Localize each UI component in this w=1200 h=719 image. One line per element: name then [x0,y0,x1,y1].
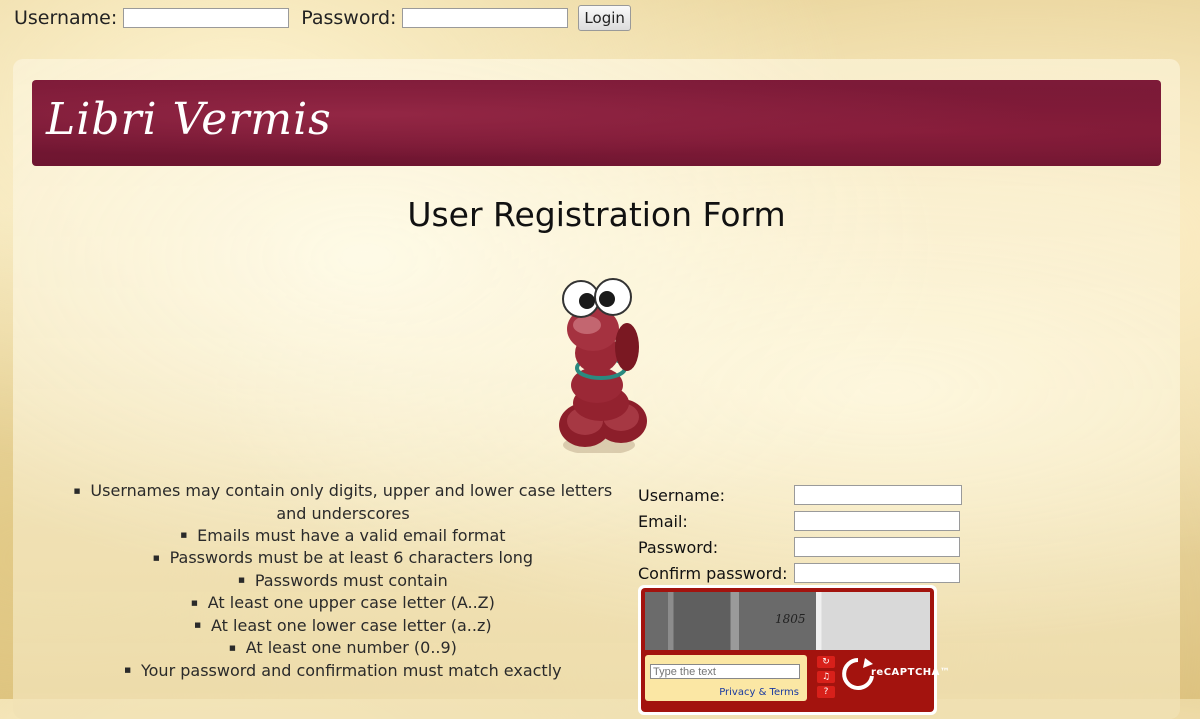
bookworm-mascot-image [559,278,647,453]
captcha-image-number: 1805 [775,612,806,626]
recaptcha-logo-text: reCAPTCHA™ [871,667,951,678]
registration-form: Username: Email: Password: Confirm passw… [638,482,962,586]
list-item: Emails must have a valid email format [73,525,613,548]
login-bar: Username: Password: Login [12,4,631,32]
list-item: Usernames may contain only digits, upper… [73,480,613,525]
password-label: Password: [638,537,719,557]
login-button[interactable]: Login [578,5,631,31]
refresh-icon[interactable]: ↻ [817,656,835,668]
confirm-password-row: Confirm password: [638,560,962,586]
captcha-response-input[interactable] [650,664,800,679]
audio-icon[interactable]: ♫ [817,671,835,683]
username-label: Username: [638,485,725,505]
site-logo[interactable]: Libri Vermis [46,94,332,145]
site-banner: Libri Vermis [32,80,1161,166]
recaptcha-widget: 1805 Privacy & Terms ↻ ♫ ? reCAPTCHA™ [638,585,950,715]
registration-rules-list: Usernames may contain only digits, upper… [73,480,613,682]
captcha-challenge-image: 1805 [645,592,930,650]
list-item: At least one upper case letter (A..Z) [73,592,613,615]
captcha-response-box: Privacy & Terms [645,655,807,701]
email-row: Email: [638,508,962,534]
list-item: Passwords must be at least 6 characters … [73,547,613,570]
privacy-terms-link[interactable]: Privacy & Terms [719,687,799,698]
list-item: Your password and confirmation must matc… [73,660,613,683]
username-field[interactable] [794,485,962,505]
recaptcha-logo-icon [842,658,874,690]
password-row: Password: [638,534,962,560]
list-item: Passwords must contain [73,570,613,593]
recaptcha-frame: 1805 Privacy & Terms ↻ ♫ ? reCAPTCHA™ [641,588,950,712]
page-title: User Registration Form [407,195,786,234]
confirm-password-field[interactable] [794,563,960,583]
main-panel: Libri Vermis User Registration Form User… [13,59,1180,719]
username-row: Username: [638,482,962,508]
help-icon[interactable]: ? [817,686,835,698]
login-username-label: Username: [14,7,118,29]
recaptcha-logo: reCAPTCHA™ [841,656,950,700]
login-password-input[interactable] [402,8,569,28]
list-item: At least one lower case letter (a..z) [73,615,613,638]
confirm-password-label: Confirm password: [638,563,788,583]
login-password-label: Password: [301,7,397,29]
login-username-input[interactable] [123,8,290,28]
password-field[interactable] [794,537,960,557]
email-field[interactable] [794,511,960,531]
list-item: At least one number (0..9) [73,637,613,660]
email-label: Email: [638,511,688,531]
